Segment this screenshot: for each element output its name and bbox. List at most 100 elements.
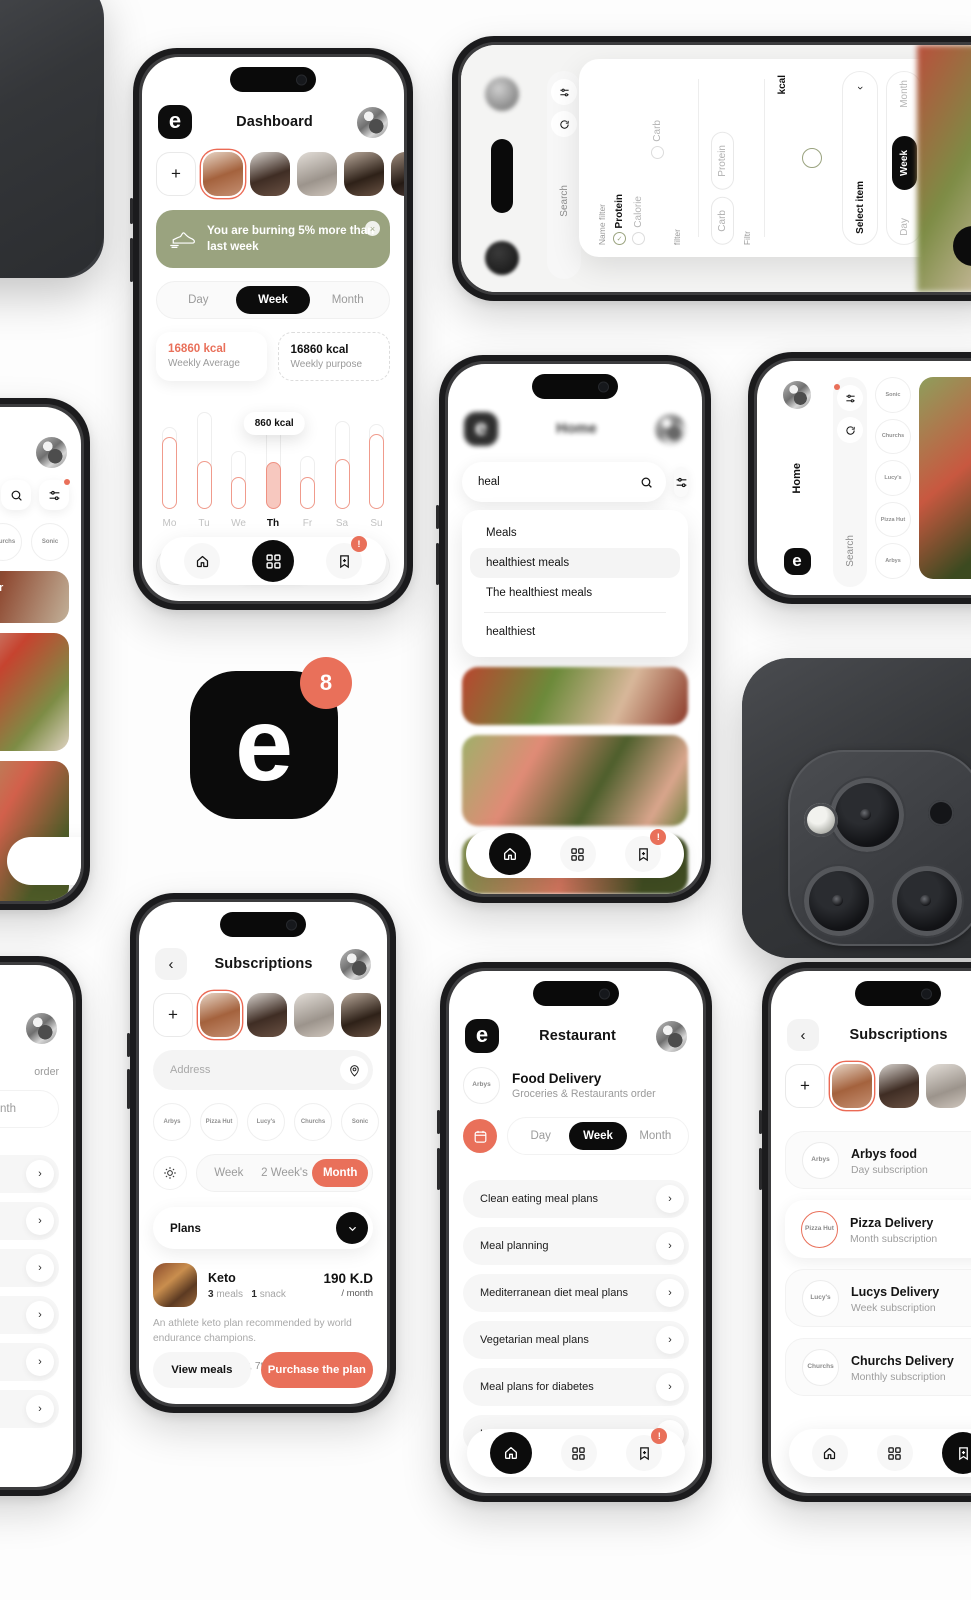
list-item[interactable]: Pizza Hut Pizza Delivery Month subscriptio… <box>785 1200 971 1258</box>
search-input[interactable] <box>478 476 632 488</box>
purchase-plan-button[interactable]: Purchase the plan <box>260 1352 373 1388</box>
chip-protein[interactable]: Protein <box>711 131 734 190</box>
list-item[interactable]: › <box>0 1343 59 1381</box>
period-tabs[interactable]: Month <box>0 1090 59 1128</box>
duration-tabs[interactable]: Week 2 Week's Month <box>196 1154 373 1192</box>
refresh-icon[interactable] <box>551 111 577 137</box>
select-item-label[interactable]: Select item <box>855 181 866 234</box>
chart-bar[interactable] <box>162 437 177 509</box>
list-item[interactable]: › <box>0 1249 59 1287</box>
chevron-right-icon[interactable]: › <box>26 1207 54 1235</box>
chevron-right-icon[interactable]: › <box>26 1254 54 1282</box>
tab-week[interactable]: Week <box>201 1159 257 1187</box>
list-item[interactable]: Mediterranean diet meal plans › <box>463 1274 689 1312</box>
avatar[interactable] <box>36 437 67 468</box>
list-item[interactable]: Arbys Arbys food Day subscription <box>785 1131 971 1189</box>
chart-bar-column[interactable] <box>196 401 212 509</box>
tab-week[interactable]: Week <box>235 285 311 314</box>
chart-bar[interactable] <box>369 433 384 509</box>
nav-home[interactable] <box>184 543 220 579</box>
stories-strip[interactable]: + <box>156 152 404 196</box>
brand-chip[interactable]: Pizza Hut <box>875 501 911 538</box>
tab-month[interactable]: Month <box>0 1095 54 1123</box>
chart-bar-column[interactable] <box>162 401 177 509</box>
add-story-button[interactable]: + <box>153 993 193 1037</box>
list-item[interactable]: Meal plans for diabetes › <box>463 1368 689 1406</box>
rail-label-search[interactable]: Search <box>559 185 570 217</box>
brand-chip[interactable]: Churchs <box>875 418 911 455</box>
story-avatar[interactable] <box>247 993 287 1037</box>
tab-two-weeks[interactable]: 2 Week's <box>257 1159 313 1187</box>
brand-chip[interactable]: Pizza Hut <box>200 1103 238 1141</box>
brand-chip[interactable]: Arbys <box>153 1103 191 1141</box>
back-button[interactable]: ‹ <box>155 948 187 980</box>
nav-scan[interactable] <box>252 540 294 582</box>
chart-bar[interactable] <box>300 477 315 509</box>
tab-week[interactable]: Week <box>891 136 917 190</box>
brand-chip[interactable]: Sonic <box>875 377 911 413</box>
avatar[interactable] <box>655 413 686 445</box>
food-card[interactable] <box>462 667 688 726</box>
brand-chip[interactable]: Lucy's <box>247 1103 285 1141</box>
tab-day[interactable]: Day <box>161 286 236 314</box>
back-button[interactable]: ‹ <box>787 1019 819 1051</box>
radio-calorie[interactable] <box>632 232 645 245</box>
food-card[interactable] <box>462 735 688 826</box>
chart-bar-column[interactable]: 860 kcal <box>243 401 305 509</box>
plans-header[interactable]: Plans <box>153 1207 373 1249</box>
nav-home[interactable] <box>811 1435 848 1471</box>
chart-bar[interactable] <box>265 462 281 509</box>
map-pin-icon[interactable] <box>340 1056 368 1084</box>
brand-chip[interactable]: Arbys <box>875 543 911 579</box>
suggestion-item[interactable]: The healthiest meals <box>470 578 680 608</box>
tab-month[interactable]: Month <box>312 1159 369 1187</box>
chevron-right-icon[interactable]: › <box>26 1301 54 1329</box>
chevron-right-icon[interactable]: › <box>26 1348 54 1376</box>
brand-logo[interactable]: Arbys <box>463 1067 500 1104</box>
tab-month[interactable]: Month <box>899 80 910 108</box>
brand-chip[interactable]: Sonic <box>31 523 69 561</box>
suggestion-item[interactable]: Meals <box>470 518 680 548</box>
list-item[interactable]: › <box>0 1202 59 1240</box>
rail-label-search[interactable]: Search <box>845 535 856 567</box>
chart-bar-column[interactable] <box>334 401 350 509</box>
chart-bar[interactable] <box>196 460 212 509</box>
brand-chip[interactable]: Lucy's <box>875 460 911 496</box>
avatar[interactable] <box>339 948 371 980</box>
add-story-button[interactable]: + <box>785 1064 825 1108</box>
search-icon[interactable] <box>632 468 660 496</box>
list-item[interactable]: Meal planning › <box>463 1227 689 1265</box>
chart-bar-column[interactable] <box>300 401 315 509</box>
nav-home[interactable] <box>489 1432 532 1474</box>
tab-day[interactable]: Day <box>512 1122 569 1150</box>
chip-carb[interactable]: Carb <box>711 197 734 245</box>
radio-protein[interactable]: ✓ <box>613 232 626 245</box>
list-item[interactable]: Lucy's Lucys Delivery Week subscription <box>785 1269 971 1327</box>
list-item[interactable]: Clean eating meal plans › <box>463 1180 689 1218</box>
chevron-right-icon[interactable]: › <box>656 1185 684 1213</box>
slider-handle[interactable] <box>802 148 822 168</box>
nav-scan[interactable] <box>876 1435 913 1471</box>
chevron-right-icon[interactable]: › <box>854 86 866 90</box>
chevron-right-icon[interactable]: › <box>656 1279 684 1307</box>
avatar[interactable] <box>26 1013 57 1044</box>
brand-chip[interactable]: Churchs <box>0 523 22 561</box>
chart-bar[interactable] <box>231 477 246 509</box>
app-logo[interactable]: e <box>783 548 811 575</box>
story-avatar[interactable] <box>344 152 384 196</box>
list-item[interactable]: Vegetarian meal plans › <box>463 1321 689 1359</box>
promo-card[interactable]: the n diner <box>0 571 69 623</box>
search-icon[interactable] <box>1 480 31 510</box>
list-item[interactable]: › <box>0 1296 59 1334</box>
sliders-icon[interactable] <box>834 384 863 411</box>
sliders-icon[interactable] <box>39 479 70 510</box>
stories-strip[interactable]: + <box>153 993 381 1037</box>
list-item[interactable]: › <box>0 1155 59 1193</box>
story-avatar[interactable] <box>294 993 334 1037</box>
nav-saved[interactable]: ! <box>942 1432 971 1474</box>
sliders-icon[interactable] <box>551 79 577 105</box>
address-field[interactable]: Address <box>153 1050 373 1090</box>
brand-chip[interactable]: Sonic <box>341 1103 379 1141</box>
chart-bar[interactable] <box>334 458 350 509</box>
nav-scan[interactable] <box>560 1435 597 1471</box>
